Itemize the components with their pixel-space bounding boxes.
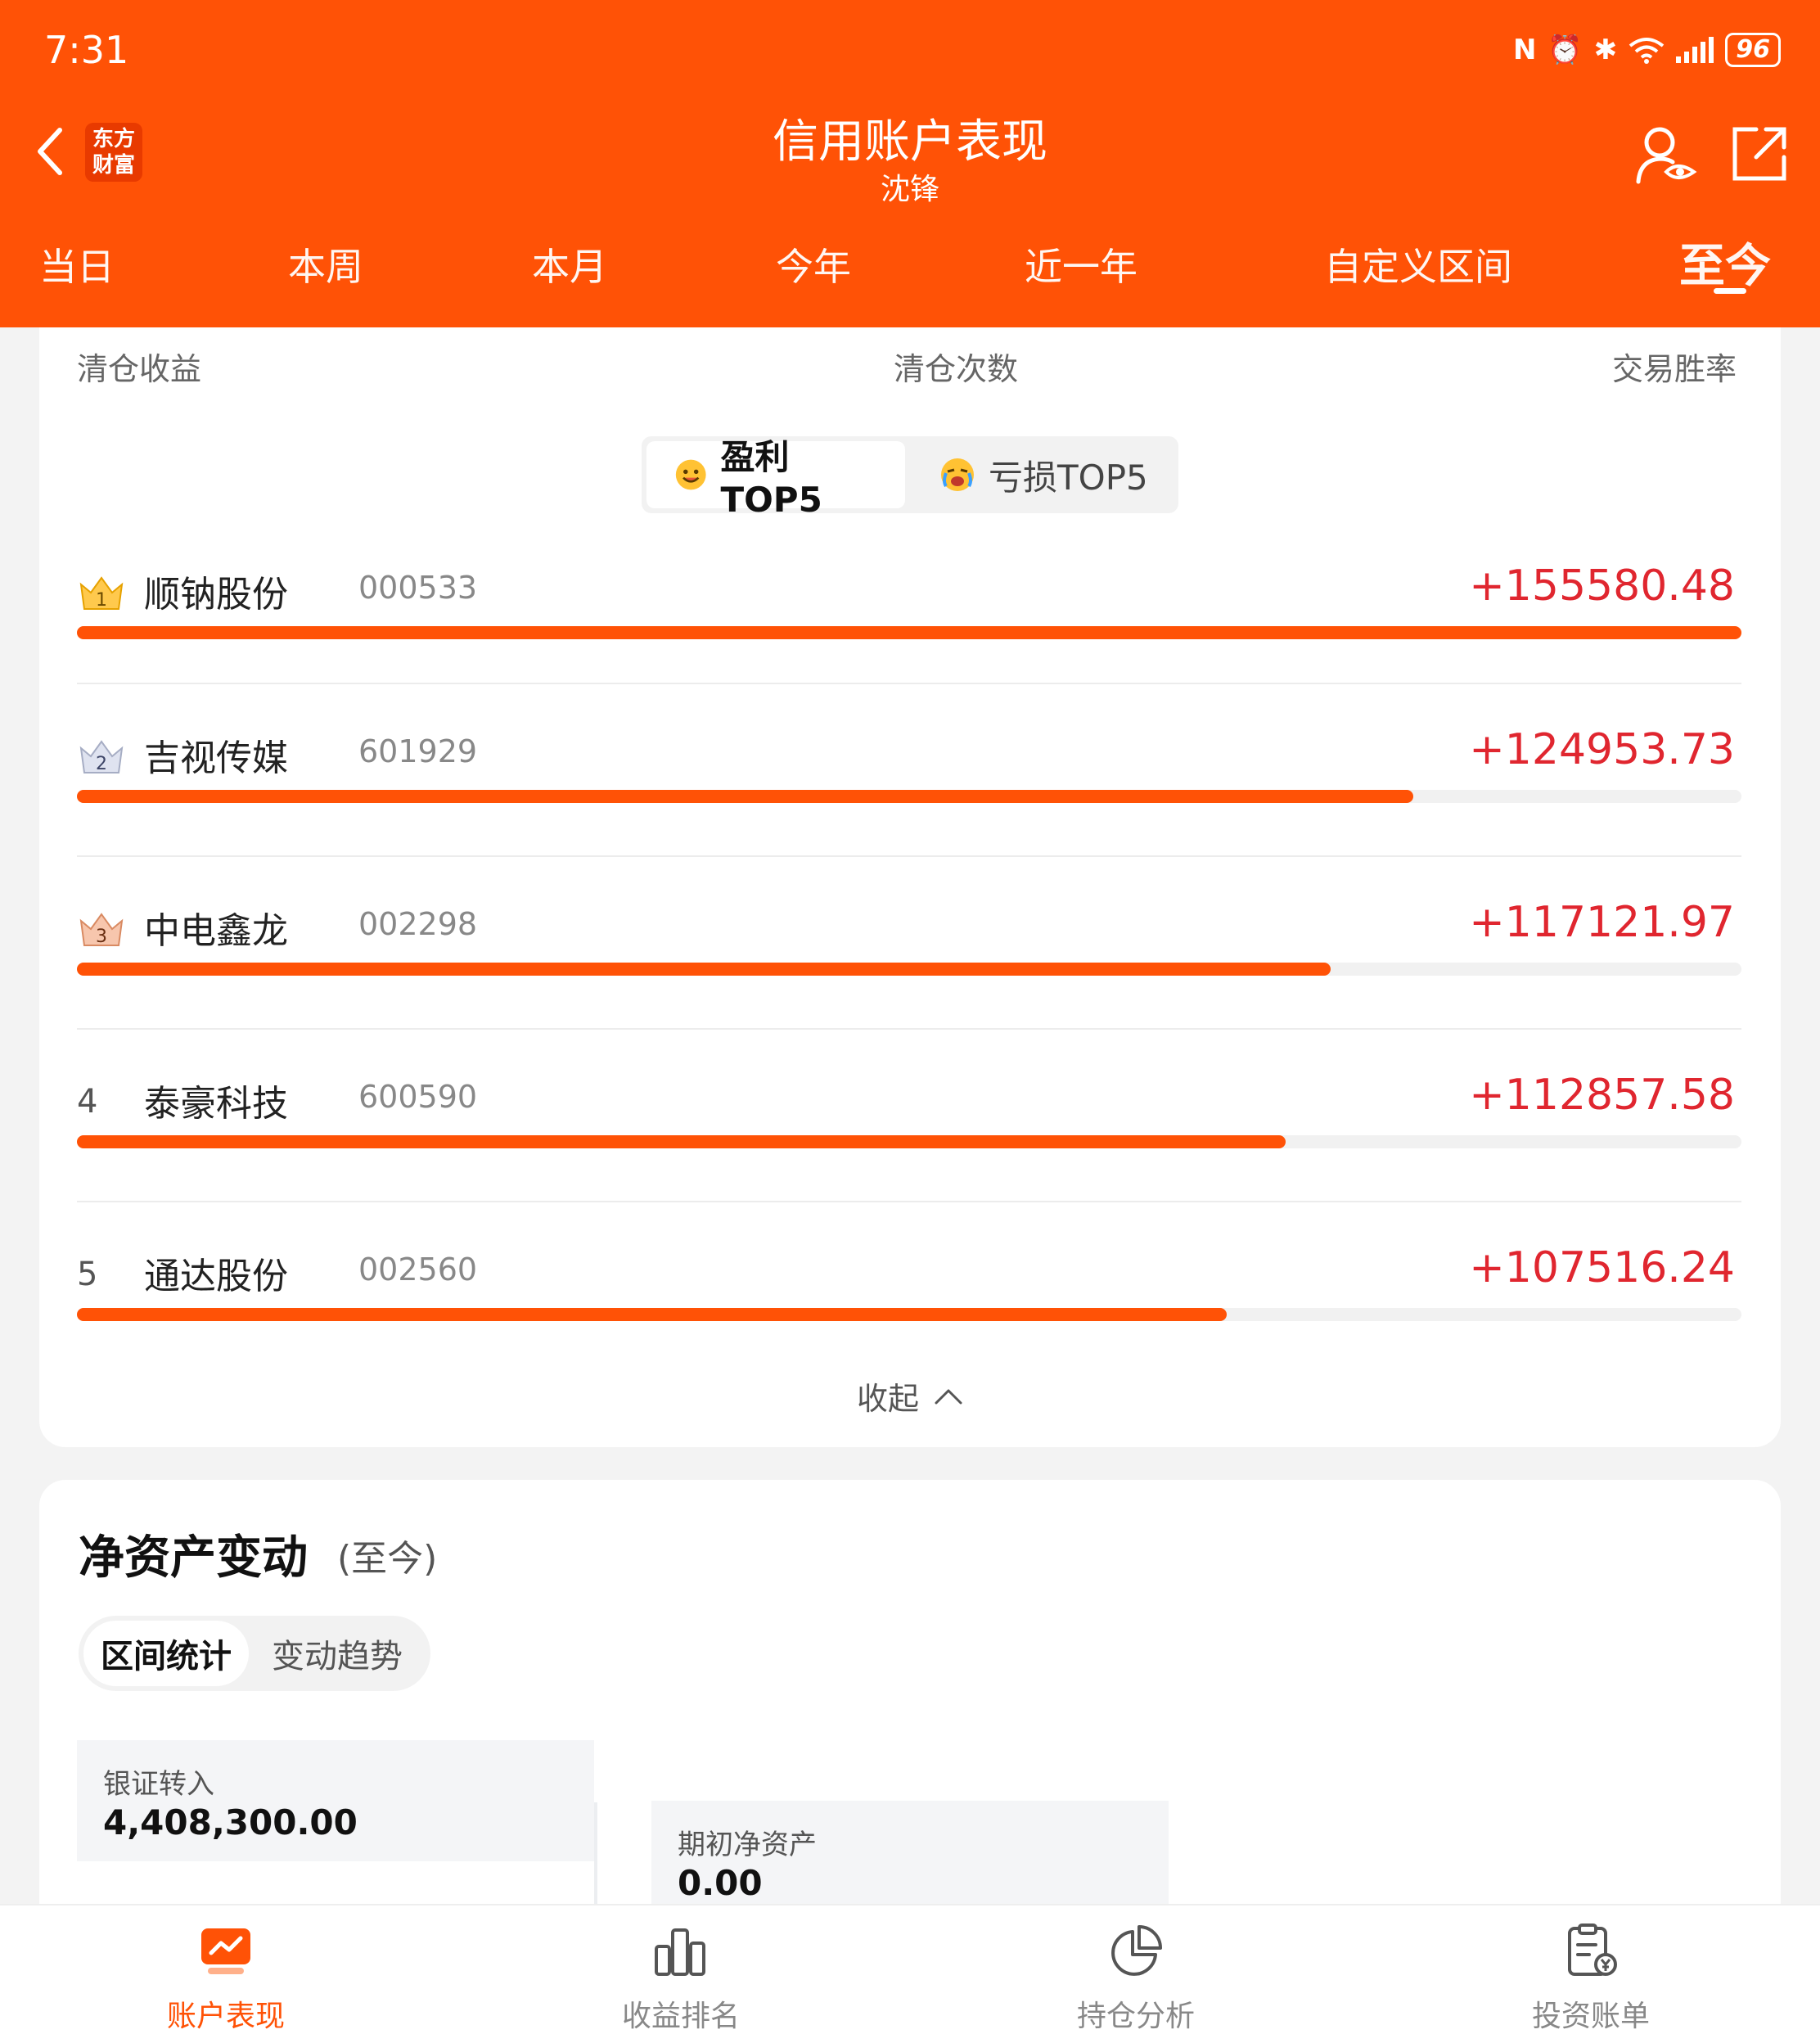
row-divider (77, 1028, 1741, 1030)
tab-range-stats[interactable]: 区间统计 (83, 1621, 249, 1686)
alarm-icon: ⏰ (1547, 34, 1583, 66)
tab-last-year[interactable]: 近一年 (1025, 237, 1138, 291)
svg-text:3: 3 (96, 927, 107, 947)
stock-profit: +112857.58 (1469, 1071, 1735, 1120)
tab-today[interactable]: 当日 (39, 237, 115, 291)
clear-profit-label: 清仓收益 (77, 351, 202, 387)
row-divider (77, 855, 1741, 857)
tab-custom-range[interactable]: 自定义区间 (1324, 237, 1512, 291)
stock-profit: +107516.24 (1469, 1243, 1735, 1292)
bar-chart-icon (655, 1928, 705, 1976)
stock-code: 002298 (358, 906, 478, 942)
period-tabs: 当日 本周 本月 今年 近一年 自定义区间 至今 (0, 229, 1820, 311)
app-header: 7:31 N ⏰ ✱ 96 东方 财富 信用账户表现 沈锋 当日 本周 本月 今… (0, 0, 1820, 327)
battery-icon: 96 (1725, 33, 1781, 67)
bottom-navigation: 账户表现 收益排名 持仓分析 投资账单 (0, 1904, 1820, 2043)
clear-count-label: 清仓次数 (894, 351, 1019, 387)
user-eye-icon (1636, 127, 1697, 184)
loss-top5-tab[interactable]: 亏损TOP5 (912, 441, 1176, 508)
profit-bar-track (77, 790, 1741, 803)
bill-icon (1568, 1923, 1617, 1976)
tab-this-week[interactable]: 本周 (288, 237, 363, 291)
row-divider (77, 1201, 1741, 1202)
profit-bar-fill (77, 963, 1331, 976)
bluetooth-icon: ✱ (1593, 34, 1618, 66)
status-bar-icons: N ⏰ ✱ 96 (1513, 33, 1781, 67)
svg-text:2: 2 (96, 754, 107, 774)
nav-profit-ranking[interactable]: 收益排名 (558, 1922, 804, 2035)
crying-emoji-icon (941, 458, 974, 491)
stock-profit: +155580.48 (1469, 561, 1735, 611)
profit-top5-tab[interactable]: 盈利TOP5 (646, 437, 905, 520)
stock-name: 通达股份 (144, 1256, 288, 1297)
pie-chart-icon (1111, 1925, 1162, 1976)
chevron-up-icon (935, 1389, 962, 1404)
stock-name: 吉视传媒 (144, 737, 288, 779)
wifi-icon (1629, 38, 1665, 64)
tab-this-month[interactable]: 本月 (532, 237, 607, 291)
status-time: 7:31 (44, 28, 129, 72)
stock-profit: +117121.97 (1469, 898, 1735, 947)
metric-bank-transfer-in: 银证转入 4,408,300.00 (77, 1740, 594, 1861)
section-title: 净资产变动 (79, 1531, 308, 1585)
profit-bar-track (77, 963, 1741, 976)
tab-change-trend[interactable]: 变动趋势 (272, 1621, 403, 1686)
tab-this-year[interactable]: 今年 (776, 237, 851, 291)
bronze-crown-icon: 3 (77, 908, 126, 950)
win-rate-label: 交易胜率 (1611, 351, 1737, 387)
smile-emoji-icon (675, 459, 706, 490)
svg-text:1: 1 (96, 590, 107, 611)
rank-number: 5 (77, 1256, 98, 1293)
nfc-icon: N (1512, 34, 1537, 66)
silver-crown-icon: 2 (77, 735, 126, 778)
profit-bar-fill (77, 626, 1741, 639)
profit-bar-fill (77, 1135, 1286, 1148)
profit-ranking-card: 清仓收益 清仓次数 交易胜率 盈利TOP5 亏损TOP5 1 顺钠股份 0005… (39, 327, 1781, 1447)
profit-bar-track (77, 626, 1741, 639)
account-owner-name: 沈锋 (880, 173, 939, 206)
share-button[interactable] (1728, 123, 1791, 185)
profit-bar-fill (77, 790, 1414, 803)
rank-number: 4 (77, 1083, 98, 1121)
net-assets-segment: 区间统计 变动趋势 (79, 1616, 430, 1691)
stock-name: 中电鑫龙 (144, 910, 288, 952)
stock-code: 000533 (358, 570, 478, 606)
collapse-button[interactable]: 收起 (39, 1373, 1781, 1418)
page-title: 信用账户表现 (773, 115, 1047, 169)
stock-profit: +124953.73 (1469, 725, 1735, 774)
flow-connector (594, 1802, 597, 1909)
nav-account-performance[interactable]: 账户表现 (103, 1922, 349, 2035)
stock-name: 泰豪科技 (144, 1083, 288, 1125)
nav-position-analysis[interactable]: 持仓分析 (1013, 1922, 1259, 2035)
account-performance-icon (201, 1928, 250, 1974)
ranking-row[interactable]: 5 通达股份 002560 +107516.24 (77, 1201, 1741, 1373)
stock-code: 002560 (358, 1252, 478, 1288)
active-tab-indicator (1714, 288, 1746, 294)
stock-code: 600590 (358, 1079, 478, 1115)
section-period: (至今) (337, 1538, 438, 1580)
row-divider (77, 683, 1741, 684)
stock-name: 顺钠股份 (144, 574, 288, 616)
privacy-toggle-button[interactable] (1633, 123, 1699, 188)
ranking-row[interactable]: 4 泰豪科技 600590 +112857.58 (77, 1028, 1741, 1201)
profit-bar-fill (77, 1308, 1228, 1321)
ranking-row[interactable]: 1 顺钠股份 000533 +155580.48 (77, 532, 1741, 705)
gold-crown-icon: 1 (77, 571, 126, 614)
profit-bar-track (77, 1135, 1741, 1148)
signal-icon (1676, 37, 1714, 63)
profit-bar-track (77, 1308, 1741, 1321)
nav-investment-bill[interactable]: 投资账单 (1468, 1922, 1714, 2035)
profit-loss-segment: 盈利TOP5 亏损TOP5 (642, 436, 1178, 520)
stock-code: 601929 (358, 733, 478, 769)
share-icon (1732, 127, 1786, 181)
ranking-row[interactable]: 3 中电鑫龙 002298 +117121.97 (77, 855, 1741, 1028)
ranking-row[interactable]: 2 吉视传媒 601929 +124953.73 (77, 683, 1741, 855)
tab-to-date[interactable]: 至今 (1679, 229, 1771, 295)
